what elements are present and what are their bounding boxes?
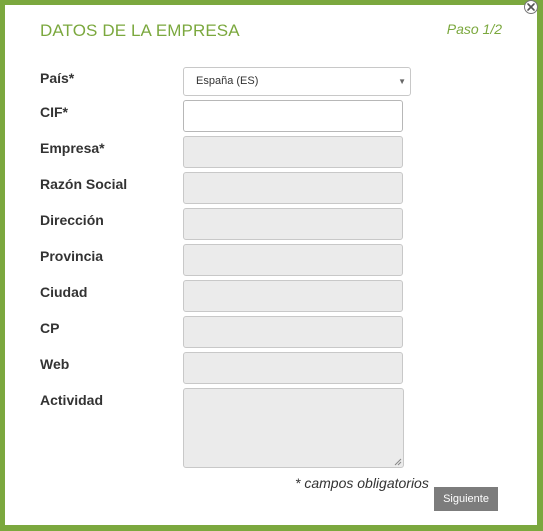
website-input[interactable] (183, 352, 403, 384)
next-button[interactable]: Siguiente (434, 487, 498, 511)
company-input[interactable] (183, 136, 403, 168)
address-input[interactable] (183, 208, 403, 240)
address-label: Dirección (40, 212, 104, 228)
country-select[interactable]: España (ES) ▼ (183, 67, 411, 96)
province-input[interactable] (183, 244, 403, 276)
business-name-input[interactable] (183, 172, 403, 204)
close-button[interactable] (524, 0, 538, 14)
required-fields-note: * campos obligatorios (295, 475, 429, 491)
country-label: País* (40, 70, 75, 86)
business-name-label: Razón Social (40, 176, 128, 192)
chevron-down-icon: ▼ (398, 77, 406, 86)
activity-textarea[interactable] (183, 388, 404, 468)
website-label: Web (40, 356, 70, 372)
close-icon (527, 3, 535, 11)
company-label: Empresa* (40, 140, 105, 156)
province-label: Provincia (40, 248, 104, 264)
postal-code-input[interactable] (183, 316, 403, 348)
page-title: DATOS DE LA EMPRESA (40, 21, 240, 40)
company-data-modal: DATOS DE LA EMPRESA Paso 1/2 País* Españ… (5, 0, 538, 525)
resize-grip-icon[interactable] (393, 457, 402, 466)
cif-input[interactable] (183, 100, 403, 132)
country-select-value: España (ES) (196, 75, 259, 87)
step-indicator: Paso 1/2 (446, 21, 502, 37)
activity-label: Actividad (40, 392, 104, 408)
cif-label: CIF* (40, 104, 68, 120)
postal-code-label: CP (40, 320, 60, 336)
city-label: Ciudad (40, 284, 88, 300)
city-input[interactable] (183, 280, 403, 312)
